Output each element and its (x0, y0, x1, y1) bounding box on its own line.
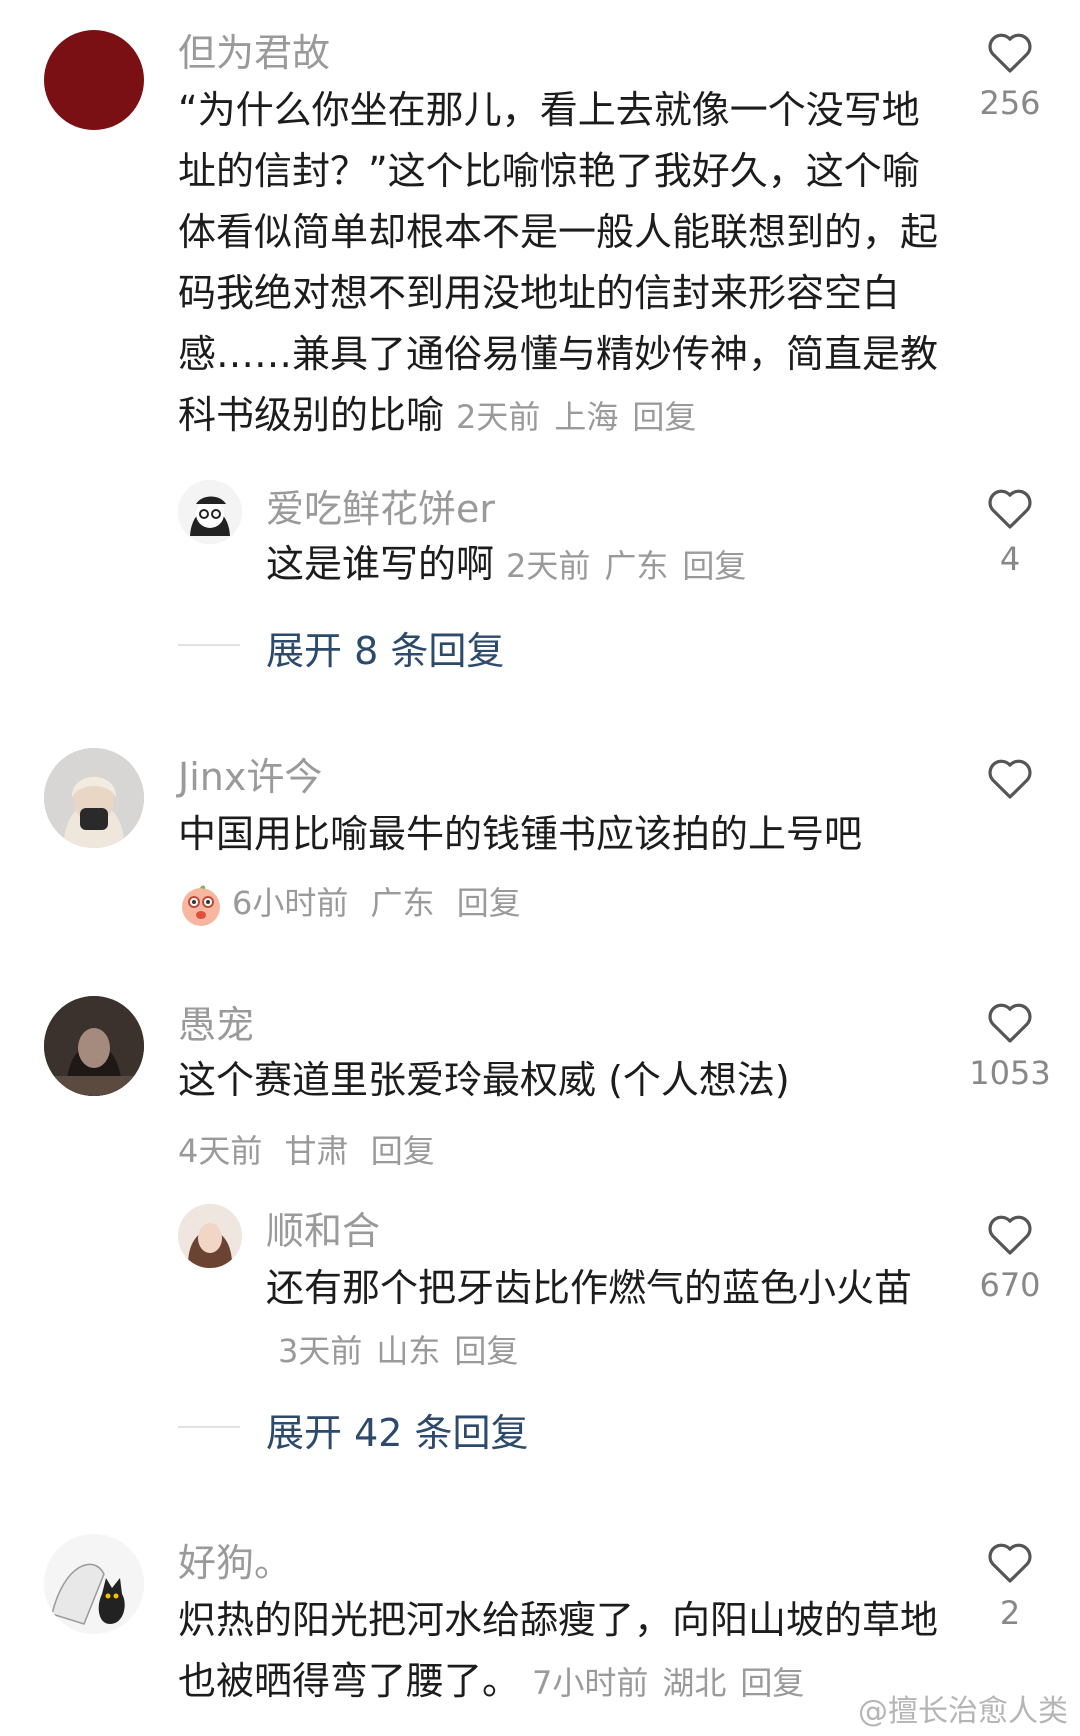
heart-icon (988, 1543, 1032, 1583)
reply-button-2[interactable]: 回复 (457, 884, 521, 922)
comment-time-3: 4天前 (178, 1132, 263, 1170)
reply-button-1[interactable]: 回复 (632, 398, 696, 436)
reply-location-1: 广东 (604, 547, 669, 585)
expand-divider-1 (178, 644, 240, 646)
comment-text-2: 中国用比喻最牛的钱锺书应该拍的上号吧 (178, 812, 863, 856)
username-reply-1[interactable]: 爱吃鲜花饼er (266, 478, 495, 533)
emoji-face-icon (182, 885, 220, 926)
like-button-4[interactable]: 2 (955, 1540, 1065, 1632)
reply-reply-button-3[interactable]: 回复 (454, 1332, 518, 1370)
comment-location-4: 湖北 (662, 1664, 727, 1702)
reply-text-3: 还有那个把牙齿比作燃气的蓝色小火苗 3天前 山东 回复 (266, 1258, 926, 1382)
reply-body-3: 还有那个把牙齿比作燃气的蓝色小火苗 (266, 1266, 913, 1310)
expand-replies-button-1[interactable]: 展开 8 条回复 (266, 620, 504, 675)
reply-time-3: 3天前 (278, 1332, 363, 1370)
like-count-reply-1: 4 (999, 540, 1021, 578)
like-count-3: 1053 (969, 1054, 1051, 1092)
like-button-2[interactable] (955, 756, 1065, 810)
comment-time-1: 2天前 (456, 398, 541, 436)
username-reply-3[interactable]: 顺和合 (266, 1200, 380, 1255)
heart-icon (988, 759, 1032, 799)
reply-meta-3: 3天前 山东 回复 (278, 1332, 532, 1370)
like-count-4: 2 (999, 1594, 1021, 1632)
comment-meta-1: 2天前 上海 回复 (456, 398, 710, 436)
username-3[interactable]: 愚宠 (178, 994, 254, 1049)
avatar-photo (178, 1204, 242, 1268)
like-button-reply-1[interactable]: 4 (955, 486, 1065, 578)
heart-icon (988, 1003, 1032, 1043)
reply-body-1: 这是谁写的啊 (266, 542, 495, 586)
avatar-commenter-3[interactable] (44, 996, 144, 1096)
like-count-reply-3: 670 (979, 1266, 1041, 1304)
comment-text-1: “为什么你坐在那儿，看上去就像一个没写地址的信封？”这个比喻惊艳了我好久，这个喻… (178, 80, 938, 448)
reply-text-1: 这是谁写的啊 2天前 广东 回复 (266, 534, 926, 597)
like-button-3[interactable]: 1053 (955, 1000, 1065, 1092)
avatar-drawing (44, 1534, 144, 1634)
expand-divider-3 (178, 1426, 240, 1428)
username-2[interactable]: Jinx许今 (178, 746, 322, 801)
like-button-reply-3[interactable]: 670 (955, 1212, 1065, 1304)
comment-text-3: 这个赛道里张爱玲最权威 (个人想法) (178, 1058, 790, 1102)
comment-body-1: “为什么你坐在那儿，看上去就像一个没写地址的信封？”这个比喻惊艳了我好久，这个喻… (178, 88, 939, 437)
avatar-photo (44, 996, 144, 1096)
watermark: @擅长治愈人类 (858, 1694, 1068, 1729)
avatar-drawing (178, 480, 242, 544)
reply-button-3[interactable]: 回复 (371, 1132, 435, 1170)
username-1[interactable]: 但为君故 (178, 22, 330, 77)
heart-icon (988, 1215, 1032, 1255)
heart-icon (988, 489, 1032, 529)
reply-button-4[interactable]: 回复 (740, 1664, 804, 1702)
avatar-commenter-1[interactable] (44, 30, 144, 130)
comment-time-2: 6小时前 (232, 884, 349, 922)
comment-location-3: 甘肃 (284, 1132, 349, 1170)
comment-meta-2: 6小时前 广东 回复 (178, 878, 521, 928)
comment-text-4: 炽热的阳光把河水给舔瘦了，向阳山坡的草地也被晒得弯了腰了。 7小时前 湖北 回复 (178, 1590, 948, 1714)
comment-meta-4: 7小时前 湖北 回复 (532, 1664, 818, 1702)
avatar-commenter-4[interactable] (44, 1534, 144, 1634)
comment-location-1: 上海 (554, 398, 619, 436)
comment-time-4: 7小时前 (532, 1664, 649, 1702)
like-count-1: 256 (979, 84, 1041, 122)
reply-meta-1: 2天前 广东 回复 (506, 547, 760, 585)
avatar-photo (44, 748, 144, 848)
avatar-reply-1[interactable] (178, 480, 242, 544)
like-button-1[interactable]: 256 (955, 30, 1065, 122)
comment-meta-3: 4天前 甘肃 回复 (178, 1126, 435, 1172)
reply-time-1: 2天前 (506, 547, 591, 585)
avatar-reply-3[interactable] (178, 1204, 242, 1268)
heart-icon (988, 33, 1032, 73)
comment-location-2: 广东 (370, 884, 435, 922)
reply-location-3: 山东 (376, 1332, 441, 1370)
avatar-commenter-2[interactable] (44, 748, 144, 848)
expand-replies-button-3[interactable]: 展开 42 条回复 (266, 1402, 529, 1457)
username-4[interactable]: 好狗。 (178, 1532, 292, 1587)
reply-reply-button-1[interactable]: 回复 (682, 547, 746, 585)
